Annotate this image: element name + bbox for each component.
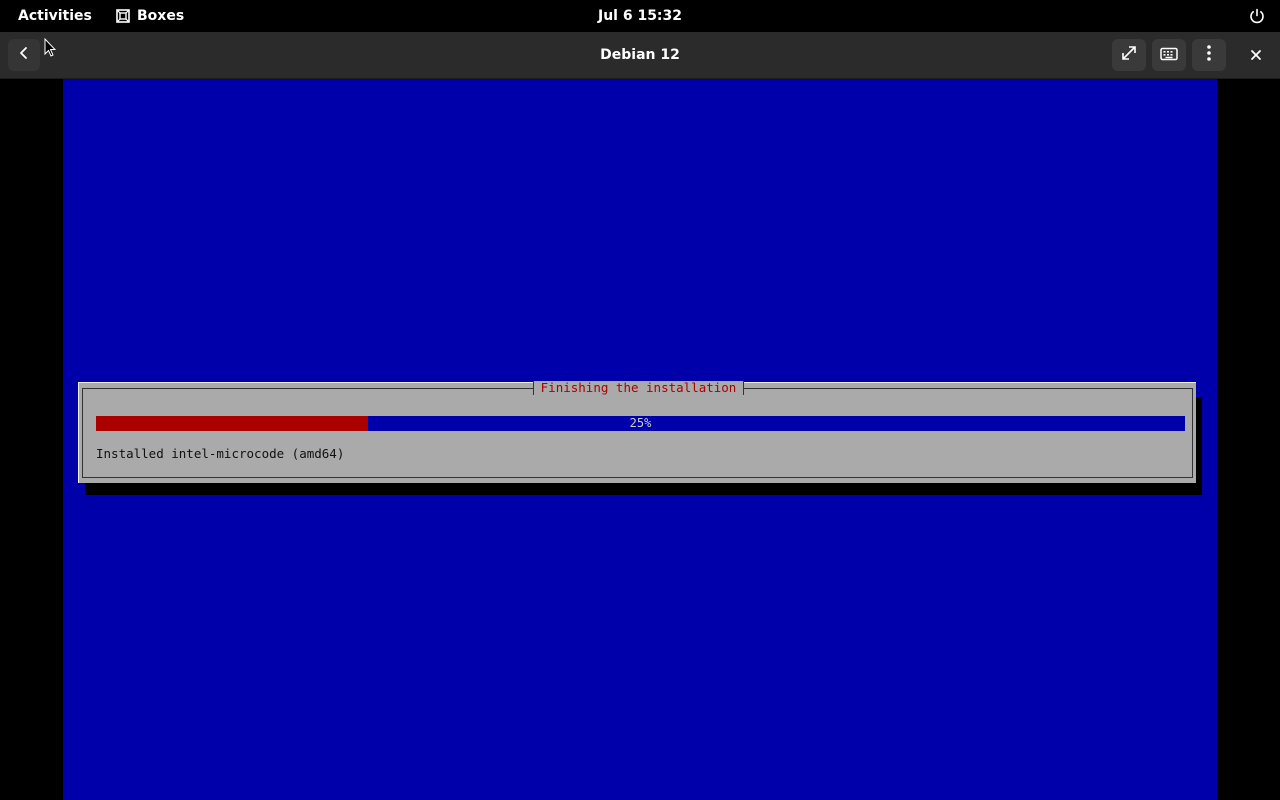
mouse-pointer-icon — [44, 37, 57, 58]
dialog-title: Finishing the installation — [533, 381, 744, 395]
keyboard-icon — [1160, 46, 1178, 65]
close-icon — [1250, 46, 1262, 65]
clock[interactable]: Jul 6 15:32 — [540, 0, 740, 32]
chevron-left-icon — [16, 45, 32, 65]
menu-button[interactable] — [1192, 39, 1226, 71]
activities-button[interactable]: Activities — [10, 0, 100, 32]
progress-bar: 25% — [96, 416, 1185, 431]
power-icon[interactable] — [1248, 7, 1266, 25]
gnome-top-bar: Activities Boxes Jul 6 15:32 — [0, 0, 1280, 32]
back-button[interactable] — [8, 39, 40, 71]
kebab-menu-icon — [1206, 44, 1212, 66]
close-button[interactable] — [1240, 39, 1272, 71]
window-title: Debian 12 — [600, 47, 680, 63]
fullscreen-button[interactable] — [1112, 39, 1146, 71]
boxes-header-bar: Debian 12 — [0, 32, 1280, 79]
installer-progress-dialog: Finishing the installation 25% Installed… — [78, 381, 1196, 483]
keyboard-button[interactable] — [1152, 39, 1186, 71]
vm-screen[interactable]: Finishing the installation 25% Installed… — [63, 79, 1217, 800]
fullscreen-icon — [1120, 44, 1138, 66]
vm-display-area[interactable]: Finishing the installation 25% Installed… — [0, 79, 1280, 800]
app-menu-button[interactable]: Boxes — [110, 0, 190, 32]
progress-percent-label: 25% — [629, 416, 652, 430]
boxes-app-icon — [116, 9, 130, 23]
app-name-label: Boxes — [137, 8, 185, 24]
dialog-frame: Finishing the installation 25% Installed… — [82, 381, 1193, 478]
installer-status-text: Installed intel-microcode (amd64) — [96, 446, 345, 461]
